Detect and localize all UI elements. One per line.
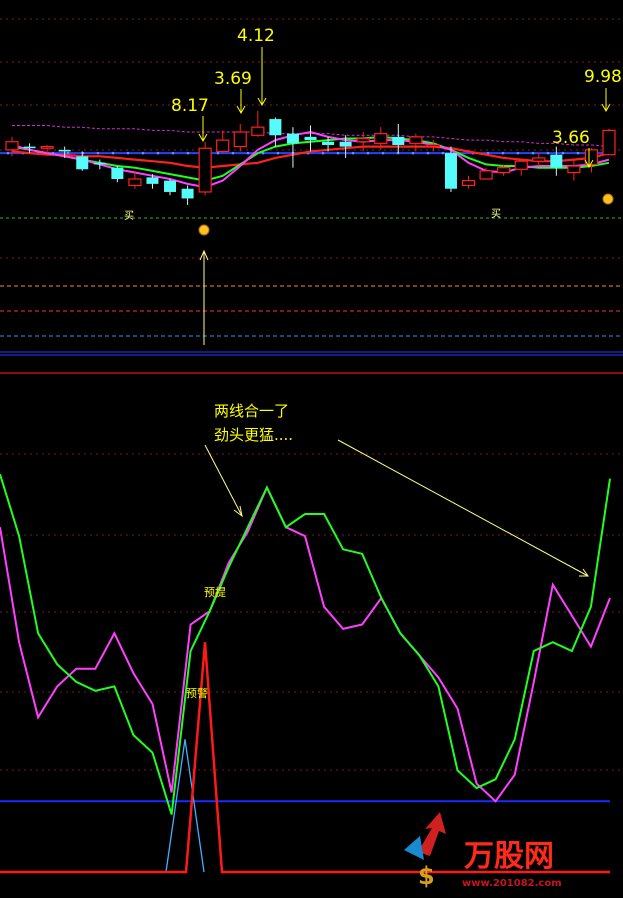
candle-body-down: [181, 188, 194, 199]
candle-body-up: [251, 126, 265, 136]
note-line-2: 劲头更猛....: [214, 426, 293, 444]
candle-body-up: [409, 136, 423, 144]
flat-line-dot: [516, 151, 520, 155]
candle-body-up: [426, 144, 441, 148]
flat-line-dot: [576, 151, 580, 155]
flat-line-dot: [381, 151, 385, 155]
candle-body-up: [40, 146, 54, 149]
candle-body-down: [286, 133, 299, 144]
flat-line-dot: [246, 151, 250, 155]
flat-line-dot: [231, 151, 235, 155]
dollar-icon: $: [418, 862, 435, 890]
chart-canvas: 8.17 3.69 4.12 3.66 9.98 买 买 两线合一了 劲头更猛.…: [0, 0, 623, 898]
candle-body-up: [602, 129, 616, 156]
background: [0, 0, 623, 898]
flat-line-dot: [156, 151, 160, 155]
candle-body-up: [461, 180, 476, 187]
flat-line-dot: [426, 151, 430, 155]
pre-raise-label: 预提: [204, 586, 226, 599]
note-line-1: 两线合一了: [214, 402, 289, 420]
candle-body-up: [532, 157, 546, 162]
candle-body-up: [198, 147, 212, 193]
buy-label-1: 买: [124, 210, 134, 222]
candle-body-up: [5, 141, 19, 151]
flat-line-dot: [366, 151, 370, 155]
price-label-5: 9.98: [584, 67, 622, 87]
candle-body-up: [233, 131, 247, 148]
flat-line-dot: [546, 151, 550, 155]
candle-body-down: [111, 167, 124, 179]
pre-warn-label: 预警: [186, 686, 208, 700]
candle-body-up: [216, 139, 230, 153]
candle-body-down: [76, 156, 89, 170]
flat-line-dot: [126, 151, 130, 155]
candle: [198, 141, 212, 196]
flat-line-dot: [216, 151, 220, 155]
candle-body-up: [356, 137, 370, 143]
flat-line-dot: [111, 151, 115, 155]
candle-body-up: [567, 165, 581, 174]
flat-line-dot: [531, 151, 535, 155]
flat-line-dot: [561, 151, 565, 155]
flat-line-dot: [321, 151, 325, 155]
candle-body-down: [269, 119, 282, 136]
flat-line-dot: [6, 151, 10, 155]
flat-line-dot: [186, 151, 190, 155]
flat-line-dot: [336, 151, 340, 155]
candle-body-down: [322, 141, 335, 145]
candle-body-down: [58, 149, 71, 152]
candle-body-up: [479, 170, 493, 180]
candle: [602, 128, 616, 156]
candle-body-down: [93, 162, 106, 165]
flat-line-dot: [351, 151, 355, 155]
flat-line-dot: [96, 151, 100, 155]
price-label-3: 4.12: [237, 26, 275, 46]
flat-line-dot: [501, 151, 505, 155]
candle-body-down: [23, 146, 36, 149]
logo-text: 万股网: [464, 839, 554, 874]
candle-body-down: [392, 136, 405, 145]
candle: [444, 146, 457, 192]
signal-dot-1: [198, 224, 210, 236]
candle-body-up: [497, 167, 511, 174]
candle-body-down: [339, 141, 352, 147]
candle-body-down: [146, 177, 159, 184]
candle-body-down: [164, 180, 177, 192]
candle-body-up: [374, 133, 388, 144]
candle-body-down: [550, 154, 563, 168]
flat-line-dot: [441, 151, 445, 155]
candle-body-up: [128, 178, 142, 187]
buy-label-2: 买: [491, 208, 501, 220]
candle-body-down: [304, 136, 317, 141]
flat-line-dot: [141, 151, 145, 155]
flat-line-dot: [171, 151, 175, 155]
price-label-1: 8.17: [171, 96, 209, 116]
candle-body-up: [514, 160, 528, 170]
flat-line-dot: [276, 151, 280, 155]
logo-url: www.201082.com: [462, 878, 562, 889]
flat-line-dot: [411, 151, 415, 155]
signal-dot-2: [602, 193, 614, 205]
candle-body-down: [444, 153, 457, 189]
price-label-2: 3.69: [214, 69, 252, 89]
price-label-4: 3.66: [552, 128, 590, 148]
